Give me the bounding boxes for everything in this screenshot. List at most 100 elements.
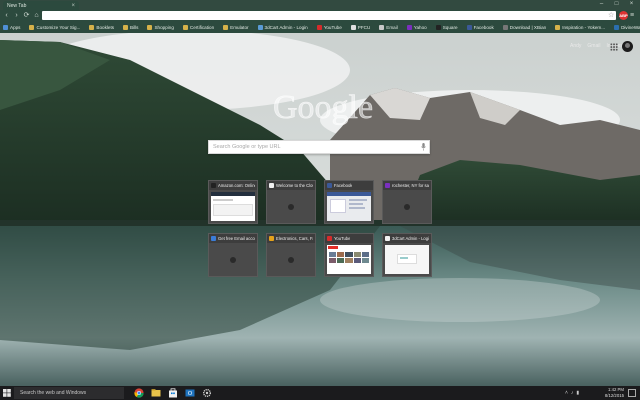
svg-text:O: O xyxy=(188,391,193,397)
tile-favicon-icon xyxy=(385,236,390,241)
bookmark-label: Bills xyxy=(130,25,139,30)
tile-favicon-icon xyxy=(211,183,216,188)
close-icon[interactable]: × xyxy=(71,3,75,9)
tray-up-icon[interactable]: ˄ xyxy=(565,390,568,396)
account-avatar[interactable] xyxy=(622,41,633,52)
bookmark-item[interactable]: Email xyxy=(379,25,398,30)
most-visited-tile[interactable]: Facebook xyxy=(324,180,374,224)
bookmark-item[interactable]: Certification xyxy=(182,25,214,30)
bookmarks-bar: Apps Customize Your Sig... Booklets Bills Sh… xyxy=(0,22,640,33)
most-visited-tile[interactable]: Get free Email accounts... xyxy=(208,233,258,277)
tile-favicon-icon xyxy=(269,236,274,241)
most-visited-tile[interactable]: YouTube xyxy=(324,233,374,277)
window-controls: – □ × xyxy=(595,0,638,9)
forward-button[interactable]: › xyxy=(12,11,21,20)
bookmark-label: Customize Your Sig... xyxy=(36,25,81,30)
bookmark-item[interactable]: Download | XBian xyxy=(502,25,546,30)
bookmark-item[interactable]: Booklets xyxy=(89,25,114,30)
bookmark-favicon-icon xyxy=(350,25,356,30)
settings-icon[interactable] xyxy=(202,388,212,398)
tile-thumbnail xyxy=(209,190,257,223)
minimize-button[interactable]: – xyxy=(595,0,608,8)
close-window-button[interactable]: × xyxy=(625,0,638,8)
bookmark-item[interactable]: Customize Your Sig... xyxy=(29,25,80,30)
tile-thumbnail xyxy=(383,190,431,223)
microphone-icon[interactable] xyxy=(421,143,426,151)
bookmark-favicon-icon xyxy=(316,25,322,30)
maximize-button[interactable]: □ xyxy=(610,0,623,8)
tab-title: New Tab xyxy=(7,2,27,9)
bookmark-label: Shopping xyxy=(154,25,174,30)
tile-title: YouTube xyxy=(334,236,351,241)
url-input[interactable] xyxy=(42,11,616,20)
bookmark-label: YouTube xyxy=(323,25,342,30)
bookmark-item[interactable]: Apps xyxy=(3,25,20,30)
ntp-search-box[interactable] xyxy=(208,140,430,154)
bookmark-favicon-icon xyxy=(555,25,561,30)
tile-thumbnail xyxy=(267,243,315,276)
file-explorer-icon[interactable] xyxy=(151,388,161,398)
bookmark-item[interactable]: YouTube xyxy=(316,25,342,30)
tile-placeholder-icon xyxy=(288,204,294,210)
apps-icon xyxy=(3,25,8,30)
reload-button[interactable]: ⟳ xyxy=(22,11,31,20)
bookmark-item[interactable]: Emulator xyxy=(223,25,249,30)
star-icon[interactable]: ☆ xyxy=(608,11,614,20)
browser-toolbar: ‹ › ⟳ ⌂ ☆ ABP ≡ xyxy=(0,10,640,22)
tile-title: Get free Email accounts... xyxy=(218,236,255,241)
taskbar-search-input[interactable] xyxy=(14,387,124,399)
windows-taskbar: O ˄ ♪ ▮ 1:42 PM 8/12/2015 xyxy=(0,386,640,400)
bookmark-favicon-icon xyxy=(435,25,441,30)
user-name-link[interactable]: Andy xyxy=(570,43,581,49)
volume-icon[interactable]: ♪ xyxy=(571,390,574,396)
store-icon[interactable] xyxy=(168,388,178,398)
bookmark-item[interactable]: 3dCart Admin - Login xyxy=(257,25,308,30)
bookmark-item[interactable]: Facebook xyxy=(466,25,494,30)
bookmark-favicon-icon xyxy=(147,25,153,30)
bookmark-item[interactable]: Yahoo xyxy=(406,25,427,30)
bookmark-label: Yahoo xyxy=(413,25,427,30)
windows-start-icon[interactable] xyxy=(3,389,11,397)
taskbar-search-box[interactable] xyxy=(14,387,124,399)
clock[interactable]: 1:42 PM 8/12/2015 xyxy=(590,387,624,399)
tile-header: Electronics, Cars, Fash... xyxy=(267,234,315,243)
bookmark-favicon-icon xyxy=(123,25,129,30)
tile-title: Facebook xyxy=(334,183,353,188)
google-logo-text: Google xyxy=(273,89,373,126)
tile-header: 3dCart Admin - Login xyxy=(383,234,431,243)
most-visited-tile[interactable]: Welcome to the Cloud... xyxy=(266,180,316,224)
bookmark-item[interactable]: Shopping xyxy=(147,25,174,30)
most-visited-tile[interactable]: 3dCart Admin - Login xyxy=(382,233,432,277)
chrome-icon[interactable] xyxy=(134,388,144,398)
bookmark-favicon-icon xyxy=(614,25,620,30)
chrome-menu-button[interactable]: ≡ xyxy=(630,11,634,20)
address-bar[interactable] xyxy=(42,11,616,20)
bookmark-item[interactable]: PFCU xyxy=(350,25,370,30)
bookmark-item[interactable]: Inspiration - Yokem... xyxy=(555,25,605,30)
adblock-extension-icon[interactable]: ABP xyxy=(619,11,628,20)
bookmark-item[interactable]: Square xyxy=(435,25,458,30)
most-visited-tile[interactable]: Amazon.com: Online... xyxy=(208,180,258,224)
network-icon[interactable]: ▮ xyxy=(576,390,579,396)
action-center-icon[interactable] xyxy=(628,389,636,397)
home-button[interactable]: ⌂ xyxy=(32,11,41,20)
google-logo: Google xyxy=(273,89,374,126)
outlook-icon[interactable]: O xyxy=(185,388,195,398)
bookmark-label: Apps xyxy=(10,25,21,30)
bookmark-favicon-icon xyxy=(502,25,508,30)
bookmark-item[interactable]: DivineWatch.com - P... xyxy=(614,25,640,30)
clock-date: 8/12/2015 xyxy=(604,393,624,398)
bookmark-label: Email xyxy=(386,25,398,30)
most-visited-tile[interactable]: Electronics, Cars, Fash... xyxy=(266,233,316,277)
tile-title: Amazon.com: Online... xyxy=(218,183,255,188)
tab-new-tab[interactable]: New Tab × xyxy=(3,1,79,10)
gmail-link[interactable]: Gmail xyxy=(587,43,600,49)
search-input[interactable] xyxy=(213,141,413,153)
apps-grid-icon[interactable] xyxy=(610,43,618,51)
back-button[interactable]: ‹ xyxy=(2,11,11,20)
bookmark-label: DivineWatch.com - P... xyxy=(621,25,640,30)
bookmark-item[interactable]: Bills xyxy=(123,25,138,30)
most-visited-tile[interactable]: rochester, NY for sale... xyxy=(382,180,432,224)
wallpaper-scene xyxy=(0,0,640,400)
tile-header: Amazon.com: Online... xyxy=(209,181,257,190)
